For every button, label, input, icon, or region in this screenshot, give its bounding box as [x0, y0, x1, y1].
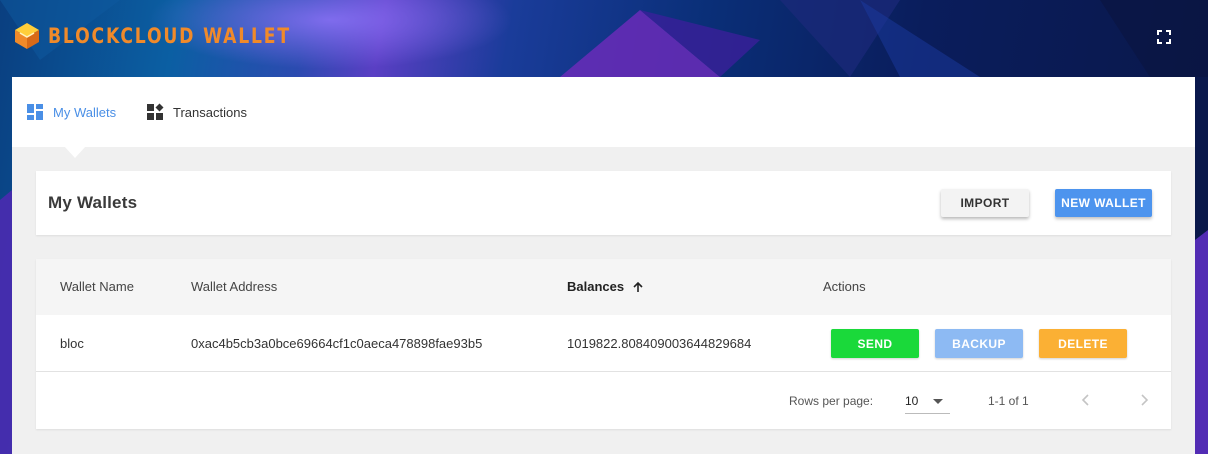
rows-per-page-label: Rows per page:: [789, 394, 874, 408]
column-header-balances[interactable]: Balances: [567, 279, 644, 294]
table-row: bloc 0xac4b5cb3a0bce69664cf1c0aeca478898…: [36, 315, 1171, 372]
balance-cell: 1019822.808409003644829684: [567, 336, 752, 351]
chevron-down-icon: [933, 399, 943, 404]
import-button[interactable]: IMPORT: [941, 189, 1029, 217]
previous-page-button[interactable]: [1077, 391, 1095, 409]
wallets-table: Wallet Name Wallet Address Balances Acti…: [36, 259, 1171, 429]
column-header-actions: Actions: [823, 279, 866, 294]
wallet-address-cell: 0xac4b5cb3a0bce69664cf1c0aeca478898fae93…: [191, 336, 483, 351]
active-tab-pointer: [64, 146, 86, 158]
delete-button[interactable]: DELETE: [1039, 329, 1127, 358]
column-header-wallet-address[interactable]: Wallet Address: [191, 279, 277, 294]
page-title: My Wallets: [48, 193, 138, 212]
arrow-up-icon: [633, 281, 643, 292]
nav-item-transactions[interactable]: Transactions: [146, 101, 247, 123]
rows-per-page-select[interactable]: 10: [905, 390, 950, 414]
backup-button[interactable]: BACKUP: [935, 329, 1023, 358]
rows-per-page-value: 10: [905, 394, 919, 408]
app-title: BLOCKCLOUD WALLET: [48, 24, 291, 48]
page-header-card: My Wallets IMPORT NEW WALLET: [36, 171, 1171, 235]
top-nav: My Wallets Transactions: [12, 77, 1195, 147]
nav-item-my-wallets[interactable]: My Wallets: [26, 101, 116, 123]
table-pagination: Rows per page: 10 1-1 of 1: [36, 373, 1171, 429]
table-header: Wallet Name Wallet Address Balances Acti…: [36, 259, 1171, 315]
next-page-button[interactable]: [1135, 391, 1153, 409]
cube-logo-icon: [15, 23, 39, 49]
wallet-name-cell: bloc: [60, 336, 84, 351]
main-panel: My Wallets Transactions My Wallets IMPOR…: [12, 77, 1195, 454]
widgets-icon: [147, 103, 164, 120]
chevron-right-icon: [1141, 394, 1149, 406]
fullscreen-button[interactable]: [1155, 28, 1173, 46]
chevron-left-icon: [1081, 394, 1089, 406]
send-button[interactable]: SEND: [831, 329, 919, 358]
app-logo: BLOCKCLOUD WALLET: [12, 20, 344, 52]
new-wallet-button[interactable]: NEW WALLET: [1055, 189, 1152, 217]
fullscreen-icon: [1157, 30, 1171, 44]
column-header-wallet-name[interactable]: Wallet Name: [60, 279, 134, 294]
pagination-range: 1-1 of 1: [988, 394, 1029, 408]
column-header-label: Balances: [567, 279, 625, 294]
nav-item-label: My Wallets: [53, 104, 117, 120]
nav-item-label: Transactions: [173, 104, 247, 120]
dashboard-icon: [27, 104, 43, 120]
